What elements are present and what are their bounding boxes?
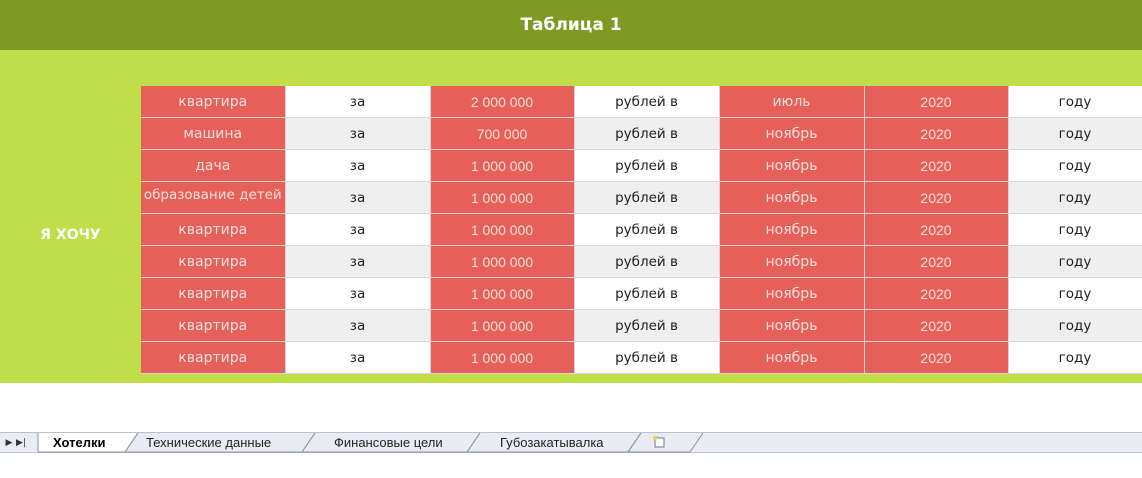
month-cell[interactable]: ноябрь bbox=[719, 341, 865, 374]
amount-cell[interactable]: 700 000 bbox=[430, 117, 575, 150]
goal-cell[interactable]: квартира bbox=[141, 213, 286, 246]
currency-cell[interactable]: рублей в bbox=[574, 309, 720, 342]
currency-cell[interactable]: рублей в bbox=[574, 181, 720, 214]
goal-cell-text: образование детей bbox=[143, 187, 282, 203]
table-row: квартира за 1 000 000 рублей в ноябрь 2020 год… bbox=[141, 309, 1142, 342]
year-cell[interactable]: 2020 bbox=[864, 181, 1009, 214]
year-word-cell[interactable]: году bbox=[1008, 213, 1142, 246]
table-row: квартира за 1 000 000 рублей в ноябрь 2020 год… bbox=[141, 277, 1142, 310]
amount-cell[interactable]: 2 000 000 bbox=[430, 86, 575, 118]
currency-cell[interactable]: рублей в bbox=[574, 341, 720, 374]
preposition-cell[interactable]: за bbox=[285, 245, 431, 278]
preposition-cell[interactable]: за bbox=[285, 181, 431, 214]
goals-table: квартира за 2 000 000 рублей в июль 2020 году м… bbox=[141, 86, 1142, 374]
table-row: дача за 1 000 000 рублей в ноябрь 2020 году bbox=[141, 149, 1142, 182]
year-word-cell[interactable]: году bbox=[1008, 245, 1142, 278]
side-label: Я ХОЧУ bbox=[40, 226, 101, 243]
year-word-cell[interactable]: году bbox=[1008, 341, 1142, 374]
goal-cell[interactable]: квартира bbox=[141, 341, 286, 374]
year-word-cell[interactable]: году bbox=[1008, 86, 1142, 118]
month-cell[interactable]: ноябрь bbox=[719, 149, 865, 182]
year-word-cell[interactable]: году bbox=[1008, 149, 1142, 182]
year-word-cell[interactable]: году bbox=[1008, 277, 1142, 310]
preposition-cell[interactable]: за bbox=[285, 149, 431, 182]
sheet-tab-bar: ▶ ▶| Хотелки Технические данные Финансов… bbox=[0, 432, 1142, 453]
year-cell[interactable]: 2020 bbox=[864, 309, 1009, 342]
year-cell[interactable]: 2020 bbox=[864, 213, 1009, 246]
currency-cell[interactable]: рублей в bbox=[574, 277, 720, 310]
year-cell[interactable]: 2020 bbox=[864, 149, 1009, 182]
amount-cell[interactable]: 1 000 000 bbox=[430, 341, 575, 374]
sheet-tab-gubozakatyvalka[interactable]: Губозакатывалка bbox=[500, 435, 604, 450]
amount-cell[interactable]: 1 000 000 bbox=[430, 277, 575, 310]
month-cell[interactable]: ноябрь bbox=[719, 245, 865, 278]
year-cell[interactable]: 2020 bbox=[864, 86, 1009, 118]
amount-cell[interactable]: 1 000 000 bbox=[430, 245, 575, 278]
sheet-tab-hotelki[interactable]: Хотелки bbox=[53, 435, 105, 450]
preposition-cell[interactable]: за bbox=[285, 309, 431, 342]
year-cell[interactable]: 2020 bbox=[864, 245, 1009, 278]
year-word-cell[interactable]: году bbox=[1008, 181, 1142, 214]
month-cell[interactable]: ноябрь bbox=[719, 181, 865, 214]
month-cell[interactable]: ноябрь bbox=[719, 213, 865, 246]
table-title: Таблица 1 bbox=[0, 0, 1142, 50]
goal-cell[interactable]: квартира bbox=[141, 309, 286, 342]
year-word-cell[interactable]: году bbox=[1008, 117, 1142, 150]
new-sheet-icon[interactable] bbox=[652, 436, 666, 448]
goal-cell[interactable]: дача bbox=[141, 149, 286, 182]
currency-cell[interactable]: рублей в bbox=[574, 245, 720, 278]
table-row: квартира за 1 000 000 рублей в ноябрь 2020 год… bbox=[141, 341, 1142, 374]
year-cell[interactable]: 2020 bbox=[864, 117, 1009, 150]
amount-cell[interactable]: 1 000 000 bbox=[430, 149, 575, 182]
goal-cell[interactable]: квартира bbox=[141, 86, 286, 118]
amount-cell[interactable]: 1 000 000 bbox=[430, 309, 575, 342]
sheet-tab-fin-goals[interactable]: Финансовые цели bbox=[334, 435, 443, 450]
month-cell[interactable]: ноябрь bbox=[719, 277, 865, 310]
amount-cell[interactable]: 1 000 000 bbox=[430, 213, 575, 246]
year-cell[interactable]: 2020 bbox=[864, 341, 1009, 374]
year-cell[interactable]: 2020 bbox=[864, 277, 1009, 310]
table-row: квартира за 1 000 000 рублей в ноябрь 2020 год… bbox=[141, 213, 1142, 246]
goal-cell[interactable]: образование детей bbox=[141, 181, 286, 214]
preposition-cell[interactable]: за bbox=[285, 117, 431, 150]
goal-cell[interactable]: машина bbox=[141, 117, 286, 150]
table-row: образование детей за 1 000 000 рублей в нояб… bbox=[141, 181, 1142, 214]
preposition-cell[interactable]: за bbox=[285, 213, 431, 246]
currency-cell[interactable]: рублей в bbox=[574, 117, 720, 150]
currency-cell[interactable]: рублей в bbox=[574, 213, 720, 246]
currency-cell[interactable]: рублей в bbox=[574, 149, 720, 182]
year-word-cell[interactable]: году bbox=[1008, 309, 1142, 342]
month-cell[interactable]: ноябрь bbox=[719, 117, 865, 150]
goal-cell[interactable]: квартира bbox=[141, 277, 286, 310]
currency-cell[interactable]: рублей в bbox=[574, 86, 720, 118]
table-row: квартира за 2 000 000 рублей в июль 2020 году bbox=[141, 86, 1142, 118]
amount-cell[interactable]: 1 000 000 bbox=[430, 181, 575, 214]
table-row: машина за 700 000 рублей в ноябрь 2020 году bbox=[141, 117, 1142, 150]
preposition-cell[interactable]: за bbox=[285, 86, 431, 118]
month-cell[interactable]: июль bbox=[719, 86, 865, 118]
sheet-tab-tech-data[interactable]: Технические данные bbox=[146, 435, 271, 450]
goal-cell[interactable]: квартира bbox=[141, 245, 286, 278]
preposition-cell[interactable]: за bbox=[285, 277, 431, 310]
preposition-cell[interactable]: за bbox=[285, 341, 431, 374]
month-cell[interactable]: ноябрь bbox=[719, 309, 865, 342]
table-row: квартира за 1 000 000 рублей в ноябрь 2020 год… bbox=[141, 245, 1142, 278]
